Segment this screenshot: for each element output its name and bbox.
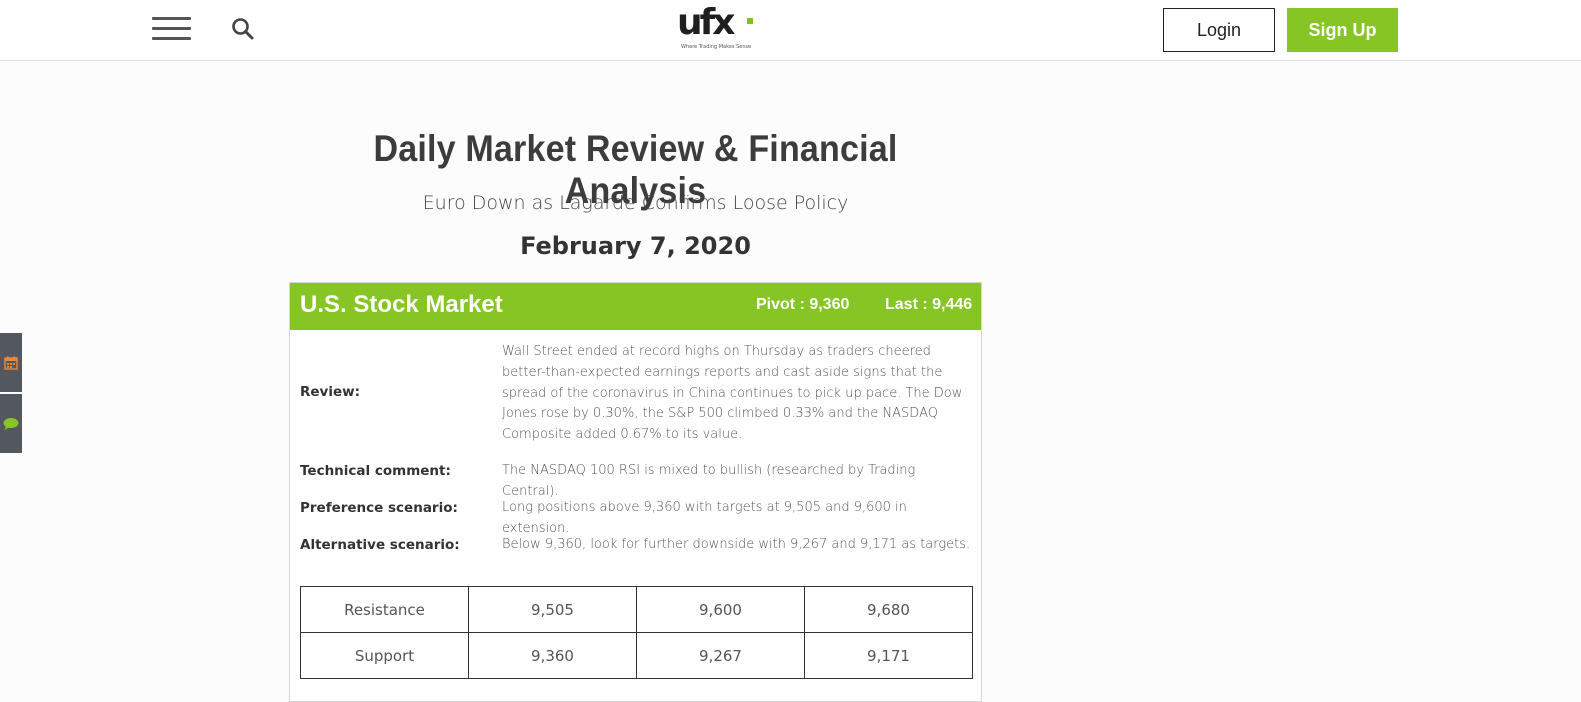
logo-wordmark: ufx bbox=[677, 2, 735, 43]
page-date: February 7, 2020 bbox=[520, 232, 751, 260]
levels-cell: Support bbox=[300, 632, 469, 679]
logo-accent bbox=[747, 18, 753, 24]
signup-button[interactable]: Sign Up bbox=[1287, 8, 1398, 52]
last-value: Last : 9,446 bbox=[885, 296, 973, 313]
login-button[interactable]: Login bbox=[1163, 8, 1275, 52]
calendar-tab[interactable] bbox=[0, 333, 22, 392]
alternative-scenario-label: Alternative scenario: bbox=[300, 537, 460, 553]
levels-cell: 9,171 bbox=[804, 632, 973, 679]
levels-table: Resistance 9,505 9,600 9,680 Support 9,3… bbox=[300, 586, 973, 679]
calendar-icon bbox=[4, 356, 18, 370]
levels-cell: Resistance bbox=[300, 586, 469, 633]
card-title: U.S. Stock Market bbox=[300, 291, 503, 318]
levels-cell: 9,600 bbox=[636, 586, 805, 633]
levels-cell: 9,360 bbox=[468, 632, 637, 679]
preference-scenario-text: Long positions above 9,360 with targets … bbox=[502, 500, 907, 536]
review-text: Wall Street ended at record highs on Thu… bbox=[502, 344, 963, 443]
preference-scenario-label: Preference scenario: bbox=[300, 500, 458, 516]
levels-cell: 9,680 bbox=[804, 586, 973, 633]
site-header: ufx Where Trading Makes Sense Login Sign… bbox=[0, 0, 1581, 61]
page-subtitle: Euro Down as Lagarde Confirms Loose Poli… bbox=[422, 192, 849, 214]
alternative-scenario-text: Below 9,360, look for further downside w… bbox=[502, 537, 971, 552]
levels-cell: 9,505 bbox=[468, 586, 637, 633]
technical-comment-label: Technical comment: bbox=[300, 463, 451, 479]
chat-tab[interactable] bbox=[0, 394, 22, 453]
pivot-value: Pivot : 9,360 bbox=[756, 296, 850, 313]
search-icon[interactable] bbox=[231, 17, 255, 41]
logo-tagline: Where Trading Makes Sense bbox=[681, 44, 752, 50]
support-row: Support 9,360 9,267 9,171 bbox=[300, 632, 973, 679]
us-stock-market-card: U.S. Stock Market Pivot : 9,360 Last : 9… bbox=[289, 282, 982, 702]
review-label: Review: bbox=[300, 384, 361, 400]
technical-comment-text: The NASDAQ 100 RSI is mixed to bullish (… bbox=[502, 463, 916, 499]
resistance-row: Resistance 9,505 9,600 9,680 bbox=[300, 586, 973, 633]
ufx-logo[interactable]: ufx Where Trading Makes Sense bbox=[677, 2, 757, 54]
menu-icon[interactable] bbox=[152, 17, 191, 41]
chat-icon bbox=[3, 417, 19, 430]
card-header: U.S. Stock Market Pivot : 9,360 Last : 9… bbox=[290, 283, 981, 330]
levels-cell: 9,267 bbox=[636, 632, 805, 679]
